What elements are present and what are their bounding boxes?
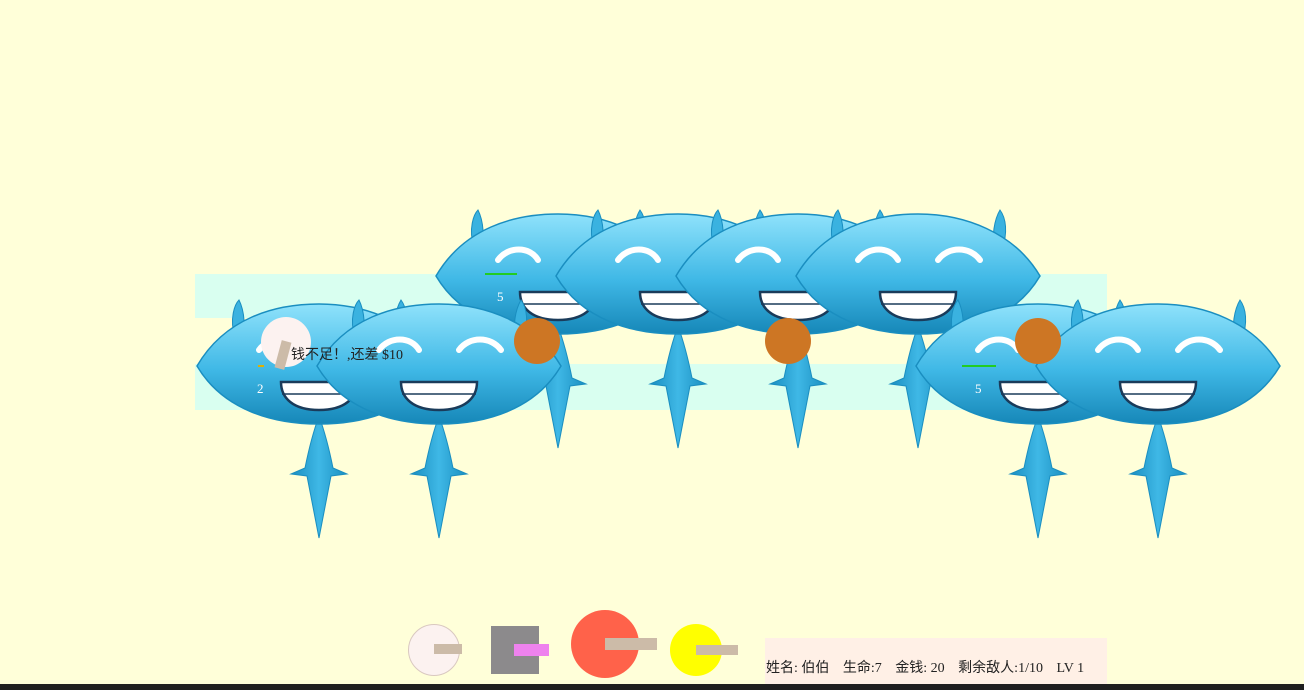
monster-7-hp-bar xyxy=(962,365,996,367)
remaining-enemies: 剩余敌人:1/10 xyxy=(958,661,1043,676)
shop-red-tower[interactable] xyxy=(571,610,657,678)
level-indicator: LV 1 xyxy=(1056,661,1085,676)
monster-1-hp-label: 2 xyxy=(257,381,264,396)
monster-7-hp-label: 5 xyxy=(975,381,982,396)
player-name: 姓名: 伯伯 xyxy=(766,661,830,676)
taskbar xyxy=(0,684,1304,690)
status-bar: 姓名: 伯伯 生命:7 金钱: 20 剩余敌人:1/10 LV 1 xyxy=(765,638,1107,690)
monster-3-hp-label: 5 xyxy=(497,289,504,304)
monster-8 xyxy=(1034,298,1282,598)
lives-count: 生命:7 xyxy=(842,661,882,676)
bullet xyxy=(1015,318,1061,364)
shop-gray-tower[interactable] xyxy=(491,626,549,674)
monster-3-hp-bar xyxy=(485,273,517,275)
shop-yellow-tower[interactable] xyxy=(670,624,738,676)
bullet xyxy=(514,318,560,364)
gray-tower-barrel xyxy=(514,644,549,656)
bullet xyxy=(765,318,811,364)
insufficient-money-message: 钱不足！,还差 $10 xyxy=(291,348,403,363)
money-count: 金钱: 20 xyxy=(895,661,945,676)
yellow-tower-barrel xyxy=(696,645,738,655)
white-tower-barrel xyxy=(434,644,462,654)
shop-white-tower[interactable] xyxy=(408,624,462,676)
red-tower-barrel xyxy=(605,638,657,650)
